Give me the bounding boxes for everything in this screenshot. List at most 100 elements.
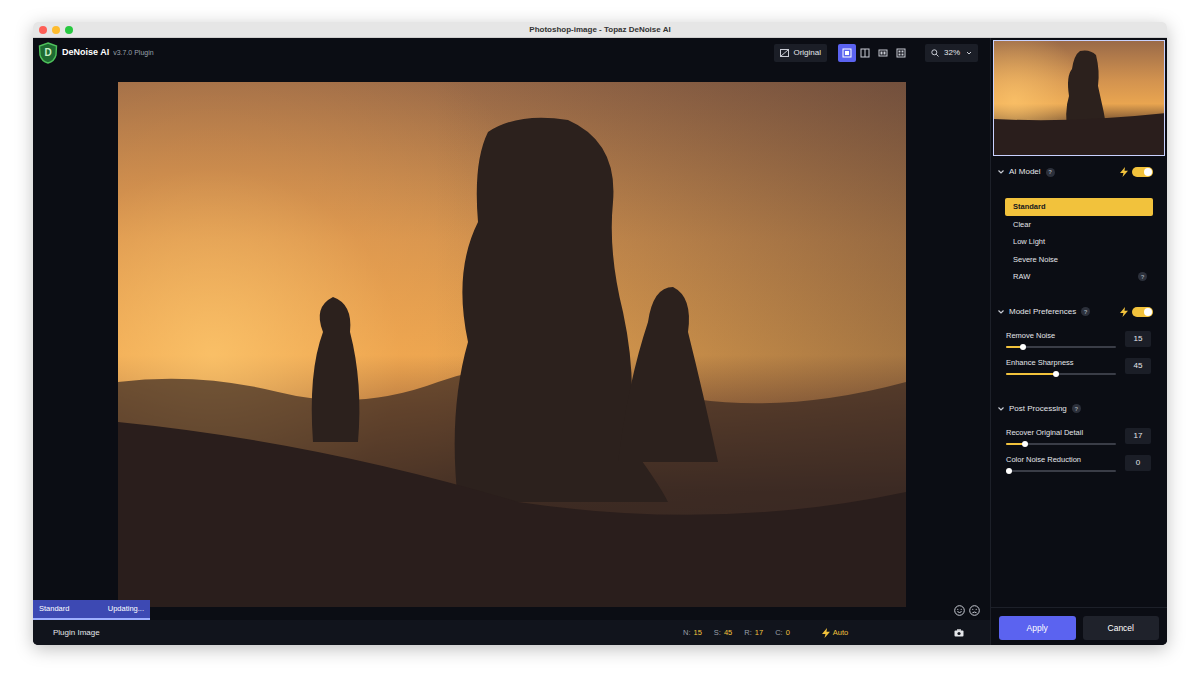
slider-label: Enhance Sharpness bbox=[1006, 357, 1116, 369]
slider-track[interactable] bbox=[1006, 443, 1116, 445]
section-title: AI Model bbox=[1009, 166, 1041, 178]
view-mode-button[interactable] bbox=[892, 44, 910, 62]
reading-key: R: bbox=[744, 627, 752, 638]
chevron-down-icon bbox=[966, 50, 972, 56]
status-bar: Plugin ImageN:15S:45R:17C:0Auto bbox=[33, 620, 990, 645]
status-source: Plugin Image bbox=[33, 627, 683, 639]
preview-canvas: StandardUpdating... bbox=[33, 68, 990, 620]
apply-button[interactable]: Apply bbox=[999, 616, 1076, 640]
model-item[interactable]: Severe Noise bbox=[1005, 251, 1153, 269]
slider-handle[interactable] bbox=[1020, 344, 1026, 350]
photo-silhouette bbox=[118, 82, 906, 607]
lightning-icon bbox=[1120, 167, 1128, 177]
slider-handle[interactable] bbox=[1022, 441, 1028, 447]
window-title: Photoshop-image - Topaz DeNoise AI bbox=[529, 24, 670, 36]
auto-label: Auto bbox=[833, 627, 848, 638]
view-mode-button[interactable] bbox=[874, 44, 892, 62]
app-window: Photoshop-image - Topaz DeNoise AIDDeNoi… bbox=[33, 22, 1167, 645]
slider-row: Recover Original Detail17 bbox=[1006, 427, 1151, 445]
reading-key: N: bbox=[683, 627, 691, 638]
slider-list: Remove Noise 15 Enhance Sharpness 45 bbox=[991, 330, 1167, 375]
compare-icon bbox=[780, 49, 789, 57]
enable-toggle[interactable] bbox=[1132, 307, 1153, 317]
preview-photo[interactable] bbox=[118, 82, 906, 607]
slider-value: 0 bbox=[1136, 457, 1140, 469]
reading-value: 45 bbox=[724, 627, 732, 638]
toggle-knob bbox=[1144, 308, 1152, 316]
camera-icon bbox=[954, 629, 964, 637]
view-mode-button[interactable] bbox=[856, 44, 874, 62]
slider-track[interactable] bbox=[1006, 373, 1116, 375]
slider-value-field[interactable]: 17 bbox=[1125, 428, 1151, 444]
smile-icon[interactable] bbox=[954, 605, 965, 616]
source-label: Plugin Image bbox=[53, 627, 100, 639]
slider-row: Remove Noise 15 bbox=[1006, 330, 1151, 348]
help-badge[interactable]: ? bbox=[1081, 307, 1090, 316]
model-label: Low Light bbox=[1013, 236, 1045, 247]
model-label: Severe Noise bbox=[1013, 254, 1058, 265]
model-item[interactable]: Clear bbox=[1005, 216, 1153, 234]
lightning-icon bbox=[822, 628, 830, 638]
model-list: Standard Clear Low Light Severe Noise RAW? bbox=[1005, 198, 1153, 286]
slider-track[interactable] bbox=[1006, 470, 1116, 472]
model-label: Clear bbox=[1013, 219, 1031, 230]
reading-value: 0 bbox=[786, 627, 790, 638]
reading-value: 17 bbox=[755, 627, 763, 638]
zoom-control[interactable]: 32% bbox=[925, 44, 978, 62]
slider-value-field[interactable]: 45 bbox=[1125, 358, 1151, 374]
slider-value: 17 bbox=[1134, 430, 1143, 442]
help-badge[interactable]: ? bbox=[1046, 168, 1055, 177]
slider-handle[interactable] bbox=[1006, 468, 1012, 474]
frown-icon[interactable] bbox=[969, 605, 980, 616]
zoom-value: 32% bbox=[944, 47, 960, 59]
thumbnail-silhouette bbox=[994, 41, 1165, 155]
help-badge[interactable]: ? bbox=[1072, 404, 1081, 413]
side-view-icon bbox=[878, 48, 888, 58]
original-label: Original bbox=[793, 47, 821, 59]
logo-letter: D bbox=[44, 48, 51, 58]
slider-label: Color Noise Reduction bbox=[1006, 454, 1116, 466]
preview-badge: StandardUpdating... bbox=[33, 600, 150, 620]
view-mode-kind bbox=[896, 48, 906, 58]
slider-column: Remove Noise bbox=[1006, 330, 1116, 348]
section-header[interactable]: AI Model? bbox=[991, 164, 1167, 180]
help-badge[interactable]: ? bbox=[1138, 272, 1147, 281]
enable-toggle[interactable] bbox=[1132, 167, 1153, 177]
section-title: Post Processing bbox=[1009, 403, 1067, 415]
traffic-lights bbox=[39, 26, 73, 34]
preview-model: Standard bbox=[39, 603, 69, 614]
reading: S:45 bbox=[714, 627, 732, 638]
cancel-button[interactable]: Cancel bbox=[1083, 616, 1160, 640]
main-area: DDeNoise AIv3.7.0 PluginOriginal32%Stand… bbox=[33, 38, 990, 645]
toggle-knob bbox=[1144, 168, 1152, 176]
model-item[interactable]: Standard bbox=[1005, 198, 1153, 216]
slider-list: Recover Original Detail17 Color Noise Red… bbox=[991, 427, 1167, 472]
title-bar: Photoshop-image - Topaz DeNoise AI bbox=[33, 22, 1167, 38]
zoom-button[interactable] bbox=[65, 26, 73, 34]
section-header[interactable]: Model Preferences? bbox=[991, 304, 1167, 320]
panel-footer: Apply Cancel bbox=[991, 607, 1167, 645]
model-label: Standard bbox=[1013, 201, 1046, 212]
navigator-thumbnail[interactable] bbox=[993, 40, 1165, 156]
auto-indicator: Auto bbox=[822, 627, 848, 638]
slider-track[interactable] bbox=[1006, 346, 1116, 348]
model-item[interactable]: Low Light bbox=[1005, 233, 1153, 251]
feedback-buttons bbox=[954, 605, 980, 616]
close-button[interactable] bbox=[39, 26, 47, 34]
app-body: DDeNoise AIv3.7.0 PluginOriginal32%Stand… bbox=[33, 38, 1167, 645]
view-mode-button[interactable] bbox=[838, 44, 856, 62]
model-item[interactable]: RAW? bbox=[1005, 268, 1153, 286]
minimize-button[interactable] bbox=[52, 26, 60, 34]
slider-value-field[interactable]: 15 bbox=[1125, 331, 1151, 347]
reading-value: 15 bbox=[694, 627, 702, 638]
slider-row: Enhance Sharpness 45 bbox=[1006, 357, 1151, 375]
section-header[interactable]: Post Processing? bbox=[991, 401, 1167, 417]
slider-value-field[interactable]: 0 bbox=[1125, 455, 1151, 471]
view-modes bbox=[838, 44, 910, 62]
slider-handle[interactable] bbox=[1053, 371, 1059, 377]
app-version: v3.7.0 Plugin bbox=[113, 48, 153, 59]
slider-row: Color Noise Reduction 0 bbox=[1006, 454, 1151, 472]
lightning-icon bbox=[1120, 307, 1128, 317]
original-button[interactable]: Original bbox=[774, 44, 827, 62]
slider-column: Enhance Sharpness bbox=[1006, 357, 1116, 375]
